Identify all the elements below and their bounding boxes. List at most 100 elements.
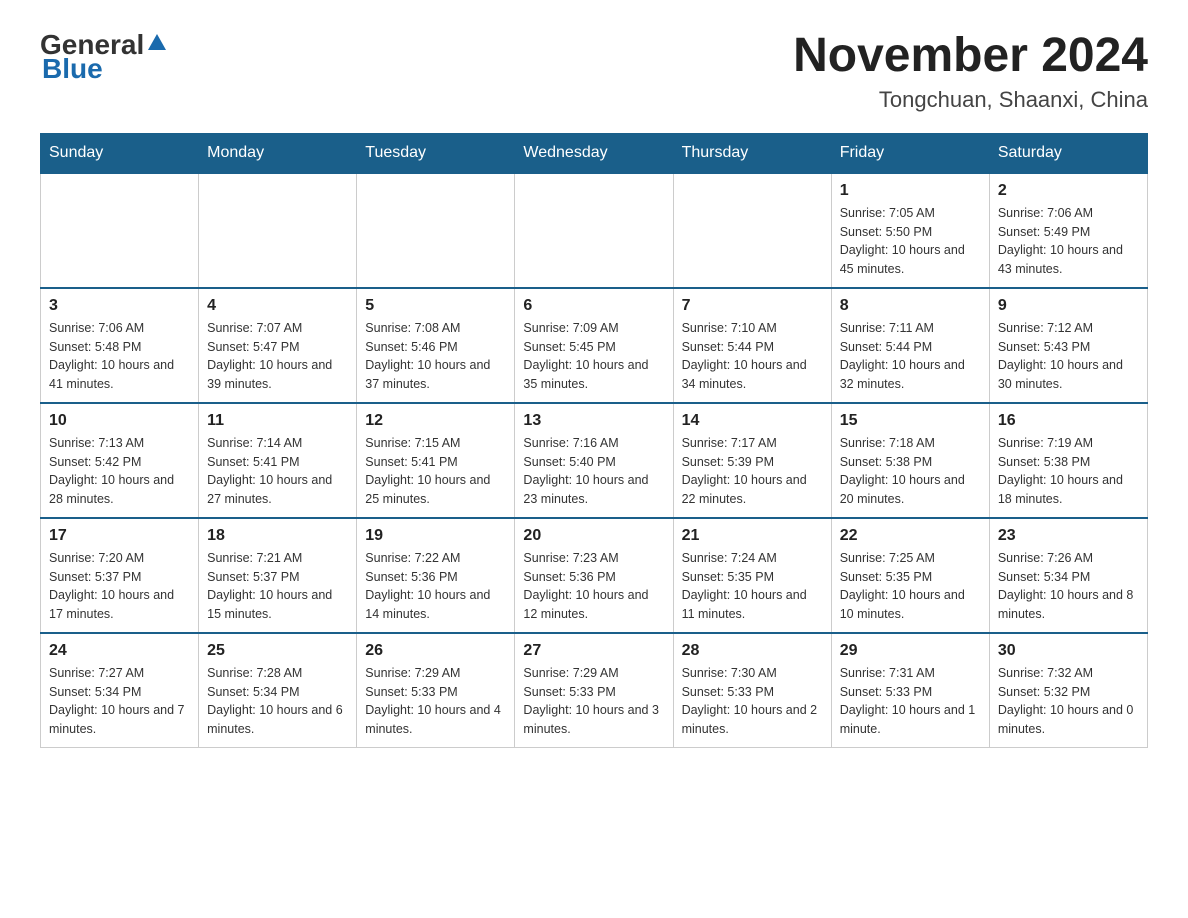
calendar-week-row: 10 Sunrise: 7:13 AMSunset: 5:42 PMDayligh…	[41, 403, 1148, 518]
calendar-cell	[199, 173, 357, 288]
day-info: Sunrise: 7:16 AMSunset: 5:40 PMDaylight:…	[523, 434, 664, 509]
calendar-header-saturday: Saturday	[989, 133, 1147, 173]
day-info: Sunrise: 7:32 AMSunset: 5:32 PMDaylight:…	[998, 664, 1139, 739]
day-number: 9	[998, 297, 1139, 315]
day-info: Sunrise: 7:19 AMSunset: 5:38 PMDaylight:…	[998, 434, 1139, 509]
calendar-cell: 21 Sunrise: 7:24 AMSunset: 5:35 PMDayligh…	[673, 518, 831, 633]
calendar-cell: 2Sunrise: 7:06 AMSunset: 5:49 PMDaylight…	[989, 173, 1147, 288]
calendar-cell	[41, 173, 199, 288]
calendar-cell: 9 Sunrise: 7:12 AMSunset: 5:43 PMDaylight…	[989, 288, 1147, 403]
title-area: November 2024 Tongchuan, Shaanxi, China	[793, 30, 1148, 113]
day-info: Sunrise: 7:07 AMSunset: 5:47 PMDaylight:…	[207, 319, 348, 394]
calendar-cell: 11 Sunrise: 7:14 AMSunset: 5:41 PMDayligh…	[199, 403, 357, 518]
calendar-cell: 10 Sunrise: 7:13 AMSunset: 5:42 PMDayligh…	[41, 403, 199, 518]
day-number: 25	[207, 642, 348, 660]
day-number: 11	[207, 412, 348, 430]
calendar-header-friday: Friday	[831, 133, 989, 173]
day-number: 4	[207, 297, 348, 315]
day-number: 14	[682, 412, 823, 430]
day-info: Sunrise: 7:30 AMSunset: 5:33 PMDaylight:…	[682, 664, 823, 739]
day-info: Sunrise: 7:08 AMSunset: 5:46 PMDaylight:…	[365, 319, 506, 394]
day-info: Sunrise: 7:26 AMSunset: 5:34 PMDaylight:…	[998, 549, 1139, 624]
day-number: 20	[523, 527, 664, 545]
calendar-cell: 3 Sunrise: 7:06 AMSunset: 5:48 PMDaylight…	[41, 288, 199, 403]
calendar-header-monday: Monday	[199, 133, 357, 173]
day-info: Sunrise: 7:05 AMSunset: 5:50 PMDaylight:…	[840, 204, 981, 279]
calendar-cell	[515, 173, 673, 288]
day-info: Sunrise: 7:11 AMSunset: 5:44 PMDaylight:…	[840, 319, 981, 394]
logo-triangle-icon	[146, 30, 168, 52]
logo-blue-text: Blue	[42, 55, 103, 83]
calendar-table: SundayMondayTuesdayWednesdayThursdayFrid…	[40, 133, 1148, 748]
calendar-week-row: 17 Sunrise: 7:20 AMSunset: 5:37 PMDayligh…	[41, 518, 1148, 633]
day-info: Sunrise: 7:21 AMSunset: 5:37 PMDaylight:…	[207, 549, 348, 624]
day-number: 10	[49, 412, 190, 430]
day-number: 17	[49, 527, 190, 545]
page-subtitle: Tongchuan, Shaanxi, China	[793, 87, 1148, 113]
calendar-cell: 16Sunrise: 7:19 AMSunset: 5:38 PMDayligh…	[989, 403, 1147, 518]
calendar-cell: 7Sunrise: 7:10 AMSunset: 5:44 PMDaylight…	[673, 288, 831, 403]
calendar-cell: 1 Sunrise: 7:05 AMSunset: 5:50 PMDaylight…	[831, 173, 989, 288]
calendar-cell: 23 Sunrise: 7:26 AMSunset: 5:34 PMDayligh…	[989, 518, 1147, 633]
calendar-cell: 4 Sunrise: 7:07 AMSunset: 5:47 PMDaylight…	[199, 288, 357, 403]
day-info: Sunrise: 7:20 AMSunset: 5:37 PMDaylight:…	[49, 549, 190, 624]
day-info: Sunrise: 7:27 AMSunset: 5:34 PMDaylight:…	[49, 664, 190, 739]
calendar-cell: 18Sunrise: 7:21 AMSunset: 5:37 PMDayligh…	[199, 518, 357, 633]
calendar-week-row: 24 Sunrise: 7:27 AMSunset: 5:34 PMDayligh…	[41, 633, 1148, 748]
calendar-header-wednesday: Wednesday	[515, 133, 673, 173]
day-number: 22	[840, 527, 981, 545]
calendar-cell: 12 Sunrise: 7:15 AMSunset: 5:41 PMDayligh…	[357, 403, 515, 518]
calendar-cell: 29 Sunrise: 7:31 AMSunset: 5:33 PMDayligh…	[831, 633, 989, 748]
calendar-cell: 15 Sunrise: 7:18 AMSunset: 5:38 PMDayligh…	[831, 403, 989, 518]
day-number: 1	[840, 182, 981, 200]
day-number: 26	[365, 642, 506, 660]
day-info: Sunrise: 7:10 AMSunset: 5:44 PMDaylight:…	[682, 319, 823, 394]
calendar-cell: 30 Sunrise: 7:32 AMSunset: 5:32 PMDayligh…	[989, 633, 1147, 748]
day-info: Sunrise: 7:06 AMSunset: 5:49 PMDaylight:…	[998, 204, 1139, 279]
day-info: Sunrise: 7:22 AMSunset: 5:36 PMDaylight:…	[365, 549, 506, 624]
day-number: 28	[682, 642, 823, 660]
day-number: 27	[523, 642, 664, 660]
day-number: 24	[49, 642, 190, 660]
day-number: 13	[523, 412, 664, 430]
calendar-header-tuesday: Tuesday	[357, 133, 515, 173]
calendar-cell: 17 Sunrise: 7:20 AMSunset: 5:37 PMDayligh…	[41, 518, 199, 633]
day-info: Sunrise: 7:12 AMSunset: 5:43 PMDaylight:…	[998, 319, 1139, 394]
day-info: Sunrise: 7:24 AMSunset: 5:35 PMDaylight:…	[682, 549, 823, 624]
page-title: November 2024	[793, 30, 1148, 83]
header: General Blue November 2024 Tongchuan, Sh…	[40, 30, 1148, 113]
calendar-header-thursday: Thursday	[673, 133, 831, 173]
calendar-cell: 22Sunrise: 7:25 AMSunset: 5:35 PMDayligh…	[831, 518, 989, 633]
day-info: Sunrise: 7:29 AMSunset: 5:33 PMDaylight:…	[365, 664, 506, 739]
calendar-cell: 24 Sunrise: 7:27 AMSunset: 5:34 PMDayligh…	[41, 633, 199, 748]
day-number: 21	[682, 527, 823, 545]
calendar-cell: 14Sunrise: 7:17 AMSunset: 5:39 PMDayligh…	[673, 403, 831, 518]
day-number: 30	[998, 642, 1139, 660]
day-info: Sunrise: 7:28 AMSunset: 5:34 PMDaylight:…	[207, 664, 348, 739]
day-number: 15	[840, 412, 981, 430]
day-number: 5	[365, 297, 506, 315]
day-info: Sunrise: 7:29 AMSunset: 5:33 PMDaylight:…	[523, 664, 664, 739]
day-number: 12	[365, 412, 506, 430]
calendar-cell: 13 Sunrise: 7:16 AMSunset: 5:40 PMDayligh…	[515, 403, 673, 518]
day-number: 19	[365, 527, 506, 545]
day-info: Sunrise: 7:09 AMSunset: 5:45 PMDaylight:…	[523, 319, 664, 394]
day-info: Sunrise: 7:14 AMSunset: 5:41 PMDaylight:…	[207, 434, 348, 509]
day-info: Sunrise: 7:31 AMSunset: 5:33 PMDaylight:…	[840, 664, 981, 739]
calendar-cell: 19 Sunrise: 7:22 AMSunset: 5:36 PMDayligh…	[357, 518, 515, 633]
day-number: 29	[840, 642, 981, 660]
calendar-cell: 25 Sunrise: 7:28 AMSunset: 5:34 PMDayligh…	[199, 633, 357, 748]
day-info: Sunrise: 7:15 AMSunset: 5:41 PMDaylight:…	[365, 434, 506, 509]
calendar-cell: 27 Sunrise: 7:29 AMSunset: 5:33 PMDayligh…	[515, 633, 673, 748]
day-info: Sunrise: 7:06 AMSunset: 5:48 PMDaylight:…	[49, 319, 190, 394]
calendar-cell: 6Sunrise: 7:09 AMSunset: 5:45 PMDaylight…	[515, 288, 673, 403]
calendar-cell: 8Sunrise: 7:11 AMSunset: 5:44 PMDaylight…	[831, 288, 989, 403]
day-info: Sunrise: 7:23 AMSunset: 5:36 PMDaylight:…	[523, 549, 664, 624]
calendar-week-row: 3 Sunrise: 7:06 AMSunset: 5:48 PMDaylight…	[41, 288, 1148, 403]
day-info: Sunrise: 7:18 AMSunset: 5:38 PMDaylight:…	[840, 434, 981, 509]
calendar-cell	[357, 173, 515, 288]
day-number: 23	[998, 527, 1139, 545]
day-info: Sunrise: 7:13 AMSunset: 5:42 PMDaylight:…	[49, 434, 190, 509]
day-number: 3	[49, 297, 190, 315]
calendar-cell: 26 Sunrise: 7:29 AMSunset: 5:33 PMDayligh…	[357, 633, 515, 748]
